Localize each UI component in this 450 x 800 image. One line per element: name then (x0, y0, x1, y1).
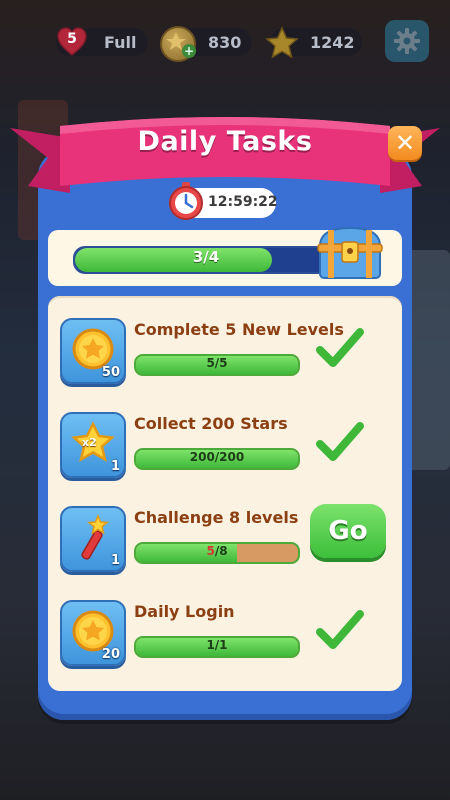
reward-quantity: 50 (101, 365, 120, 380)
coins-count: 830 (208, 32, 242, 52)
timer-text: 12:59:22 (208, 194, 278, 210)
close-icon: ✕ (394, 129, 416, 157)
lives-count: 5 (67, 31, 77, 47)
task-progress-total: /8 (214, 544, 228, 558)
check-icon (316, 420, 364, 464)
reward-multiplier: x2 (82, 436, 97, 449)
task-row: 1 Challenge 8 levels 5/8 Go (60, 504, 400, 578)
reward-tile: 1 (60, 506, 126, 572)
treasure-chest-icon[interactable] (314, 222, 386, 284)
task-progress-text: 5/5 (206, 356, 228, 370)
stars-count: 1242 (310, 32, 355, 52)
dialog-title: Daily Tasks (137, 126, 313, 157)
task-progress-text: 5/8 (134, 544, 300, 558)
star-icon (264, 26, 300, 60)
task-row: x2 1 Collect 200 Stars 200/200 (60, 412, 400, 484)
task-title: Complete 5 New Levels (134, 320, 344, 339)
task-title: Collect 200 Stars (134, 414, 288, 433)
add-coins-icon[interactable]: + (182, 44, 196, 58)
top-hud: Full 5 830 + 1242 (0, 20, 450, 64)
reward-quantity: 1 (110, 553, 120, 568)
task-title: Challenge 8 levels (134, 508, 299, 527)
close-button[interactable]: ✕ (388, 126, 422, 160)
check-icon (316, 326, 364, 370)
stopwatch-icon (169, 182, 203, 220)
overall-progress-label: 3/4 (192, 248, 220, 266)
gear-icon (394, 28, 420, 54)
check-icon (316, 608, 364, 652)
heart-icon: 5 (56, 26, 88, 58)
reward-tile: 50 (60, 318, 126, 384)
reward-tile: x2 1 (60, 412, 126, 478)
reward-quantity: 20 (101, 647, 120, 662)
task-row: 50 Complete 5 New Levels 5/5 (60, 318, 400, 390)
lives-status: Full (104, 32, 137, 52)
reward-quantity: 1 (110, 459, 120, 474)
reward-tile: 20 (60, 600, 126, 666)
task-progress-text: 200/200 (189, 450, 245, 464)
task-row: 20 Daily Login 1/1 (60, 600, 400, 672)
task-progress-current: 5 (206, 544, 215, 558)
task-title: Daily Login (134, 602, 235, 621)
go-button[interactable]: Go (310, 504, 386, 558)
task-progress-text: 1/1 (206, 638, 228, 652)
settings-button[interactable] (385, 20, 429, 62)
